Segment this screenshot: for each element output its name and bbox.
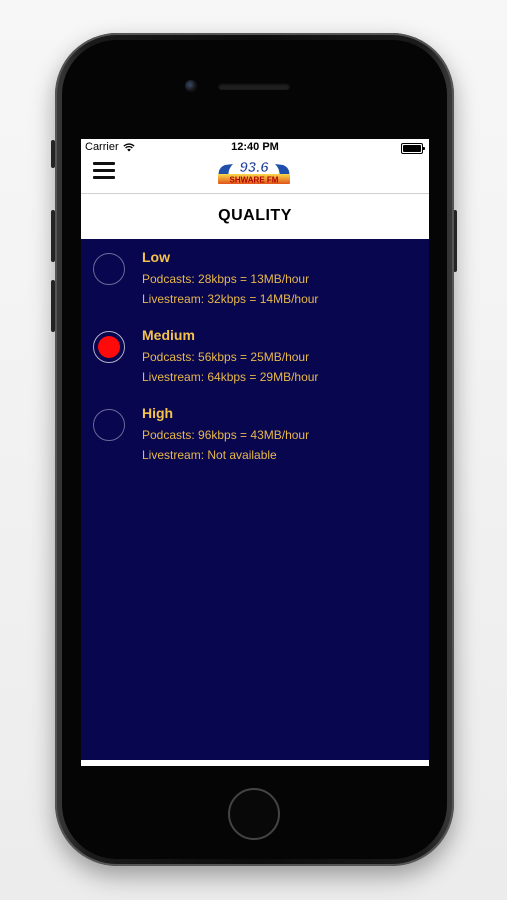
device-mockup: Carrier 12:40 PM 93.6 SHWARE FM QUALITY … [0, 0, 507, 900]
option-title: Low [142, 249, 170, 265]
option-livestream-rate: Livestream: 64kbps = 29MB/hour [142, 370, 319, 384]
option-podcasts-rate: Podcasts: 28kbps = 13MB/hour [142, 272, 310, 286]
option-livestream-rate: Livestream: Not available [142, 448, 277, 462]
option-livestream-rate: Livestream: 32kbps = 14MB/hour [142, 292, 319, 306]
page-title: QUALITY [218, 207, 292, 224]
app-screen: Carrier 12:40 PM 93.6 SHWARE FM QUALITY … [81, 139, 429, 766]
navigation-bar: 93.6 SHWARE FM [81, 155, 429, 194]
hamburger-menu-icon[interactable] [93, 160, 115, 180]
quality-option-medium[interactable]: Medium Podcasts: 56kbps = 25MB/hour Live… [81, 317, 429, 387]
bottom-strip [81, 760, 429, 766]
status-time: 12:40 PM [231, 141, 279, 153]
status-bar: Carrier 12:40 PM [81, 139, 429, 155]
battery-icon [401, 143, 425, 154]
logo-name: SHWARE FM [230, 176, 279, 185]
radio-selected-dot [98, 336, 120, 358]
option-title: High [142, 405, 174, 421]
earpiece-speaker [218, 83, 290, 90]
option-title: Medium [142, 327, 195, 343]
option-podcasts-rate: Podcasts: 56kbps = 25MB/hour [142, 350, 310, 364]
quality-option-low[interactable]: Low Podcasts: 28kbps = 13MB/hour Livestr… [81, 239, 429, 309]
radio-medium[interactable] [93, 331, 125, 363]
quality-options-panel: Low Podcasts: 28kbps = 13MB/hour Livestr… [81, 239, 429, 760]
front-camera [185, 80, 197, 92]
quality-option-high[interactable]: High Podcasts: 96kbps = 43MB/hour Livest… [81, 395, 429, 465]
radio-low[interactable] [93, 253, 125, 285]
page-header: QUALITY [81, 194, 429, 238]
station-logo[interactable]: 93.6 SHWARE FM [215, 156, 293, 186]
radio-high[interactable] [93, 409, 125, 441]
option-podcasts-rate: Podcasts: 96kbps = 43MB/hour [142, 428, 310, 442]
home-button[interactable] [228, 788, 280, 840]
logo-frequency: 93.6 [239, 159, 269, 176]
